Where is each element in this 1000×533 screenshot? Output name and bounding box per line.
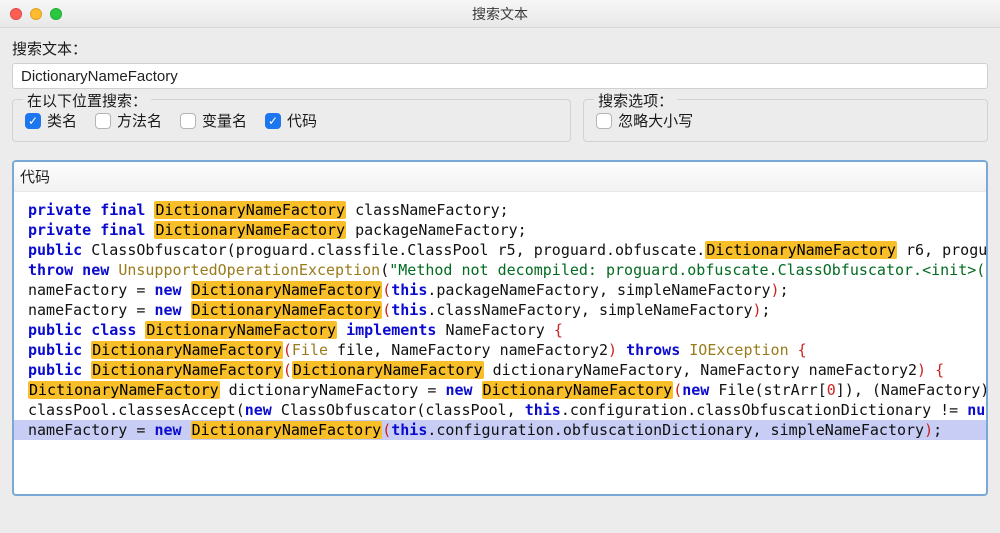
window-title: 搜索文本 [472, 4, 528, 24]
option-ignorecase[interactable]: 忽略大小写 [596, 110, 693, 131]
location-var-checkbox[interactable] [180, 113, 196, 129]
search-match: DictionaryNameFactory [292, 361, 484, 379]
result-line[interactable]: public DictionaryNameFactory(DictionaryN… [14, 360, 986, 380]
results-header: 代码 [14, 162, 986, 192]
search-match: DictionaryNameFactory [145, 321, 337, 339]
search-label: 搜索文本： [12, 38, 988, 59]
result-line[interactable]: nameFactory = new DictionaryNameFactory(… [14, 280, 986, 300]
search-match: DictionaryNameFactory [91, 361, 283, 379]
minimize-icon[interactable] [30, 8, 42, 20]
search-match: DictionaryNameFactory [91, 341, 283, 359]
location-var-label: 变量名 [202, 110, 247, 131]
location-class-label: 类名 [47, 110, 77, 131]
result-line[interactable]: private final DictionaryNameFactory pack… [14, 220, 986, 240]
options-legend: 搜索选项： [594, 90, 677, 111]
location-code-label: 代码 [287, 110, 317, 131]
location-method-label: 方法名 [117, 110, 162, 131]
location-var[interactable]: 变量名 [180, 110, 247, 131]
result-line[interactable]: public DictionaryNameFactory(File file, … [14, 340, 986, 360]
result-line[interactable]: public class DictionaryNameFactory imple… [14, 320, 986, 340]
locations-legend: 在以下位置搜索： [23, 90, 151, 111]
search-match: DictionaryNameFactory [28, 381, 220, 399]
search-match: DictionaryNameFactory [191, 421, 383, 439]
maximize-icon[interactable] [50, 8, 62, 20]
search-locations-group: 在以下位置搜索： 类名方法名变量名代码 [12, 99, 571, 142]
result-line[interactable]: private final DictionaryNameFactory clas… [14, 200, 986, 220]
search-match: DictionaryNameFactory [154, 221, 346, 239]
option-ignorecase-label: 忽略大小写 [618, 110, 693, 131]
search-match: DictionaryNameFactory [705, 241, 897, 259]
location-class-checkbox[interactable] [25, 113, 41, 129]
location-code[interactable]: 代码 [265, 110, 317, 131]
search-match: DictionaryNameFactory [191, 281, 383, 299]
search-options-group: 搜索选项： 忽略大小写 [583, 99, 988, 142]
result-line[interactable]: nameFactory = new DictionaryNameFactory(… [14, 300, 986, 320]
search-match: DictionaryNameFactory [482, 381, 674, 399]
results-panel: 代码 private final DictionaryNameFactory c… [12, 160, 988, 496]
result-line[interactable]: throw new UnsupportedOperationException(… [14, 260, 986, 280]
code-results[interactable]: private final DictionaryNameFactory clas… [14, 192, 986, 494]
result-line[interactable]: DictionaryNameFactory dictionaryNameFact… [14, 380, 986, 400]
traffic-lights [10, 8, 62, 20]
result-line[interactable]: public ClassObfuscator(proguard.classfil… [14, 240, 986, 260]
search-input[interactable] [12, 63, 988, 89]
search-match: DictionaryNameFactory [191, 301, 383, 319]
result-line[interactable]: classPool.classesAccept(new ClassObfusca… [14, 400, 986, 420]
window-titlebar: 搜索文本 [0, 0, 1000, 28]
location-method-checkbox[interactable] [95, 113, 111, 129]
location-code-checkbox[interactable] [265, 113, 281, 129]
location-method[interactable]: 方法名 [95, 110, 162, 131]
location-class[interactable]: 类名 [25, 110, 77, 131]
result-line[interactable]: nameFactory = new DictionaryNameFactory(… [14, 420, 986, 440]
option-ignorecase-checkbox[interactable] [596, 113, 612, 129]
search-match: DictionaryNameFactory [154, 201, 346, 219]
close-icon[interactable] [10, 8, 22, 20]
